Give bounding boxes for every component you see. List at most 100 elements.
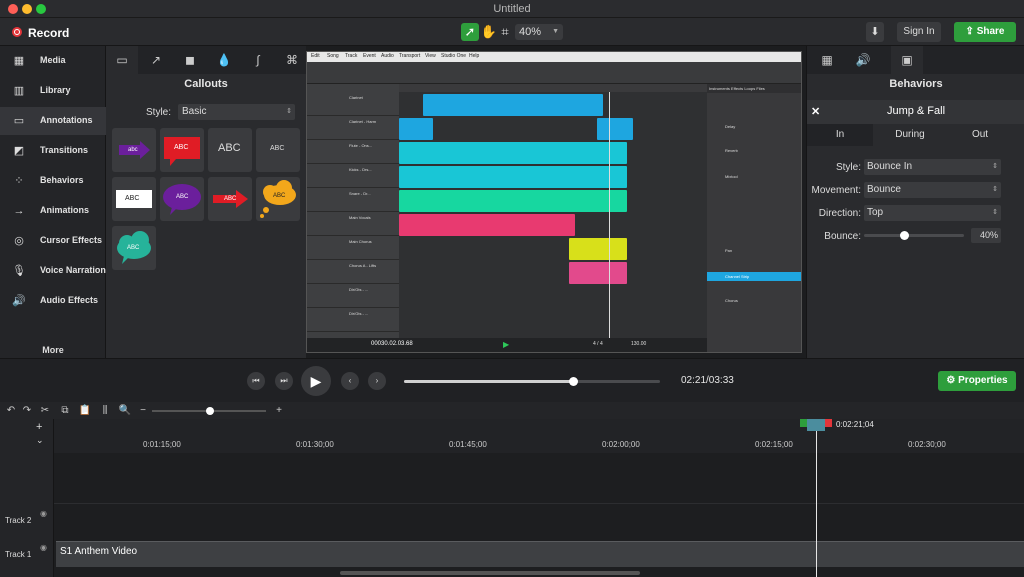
zoom-out-icon[interactable]: −: [136, 404, 150, 417]
keystroke-tab-icon[interactable]: ⌘: [276, 46, 308, 74]
timeline-clip[interactable]: S1 Anthem Video: [56, 541, 1024, 567]
shape-tab-icon[interactable]: ◼: [174, 46, 206, 74]
callout-tile[interactable]: ABC: [112, 177, 156, 221]
callouts-panel: ▭ ↗ ◼ 💧 ∫ ⌘ Callouts Style: Basic ⇕ abc …: [106, 46, 306, 358]
sidebar-item-behaviors[interactable]: ⁘ Behaviors: [0, 167, 106, 195]
pointer-tool-icon[interactable]: ➚: [461, 23, 479, 41]
track-2-row[interactable]: [54, 503, 1024, 539]
out-point-marker[interactable]: [825, 419, 832, 427]
add-track-icon[interactable]: +: [36, 421, 42, 433]
daw-track-row: Main Chorus: [307, 236, 399, 260]
tab-out[interactable]: Out: [947, 124, 1013, 146]
bounce-value-field[interactable]: 40%: [971, 228, 1001, 243]
style-select[interactable]: Bounce In ⇕: [864, 159, 1001, 175]
blur-tab-icon[interactable]: 💧: [208, 46, 240, 74]
sidebar-item-audio-effects[interactable]: 🔊 Audio Effects: [0, 287, 106, 315]
callout-tile[interactable]: ABC: [208, 128, 252, 172]
daw-browser-item: Reverb: [725, 148, 738, 153]
audio-properties-icon[interactable]: 🔊: [847, 46, 879, 74]
undo-icon[interactable]: ↶: [4, 404, 18, 417]
daw-track-row: Clarinet - Harm: [307, 116, 399, 140]
daw-transport: 00030.02.03.68 ▶ 4 / 4 130.00: [307, 338, 707, 352]
more-button[interactable]: More: [0, 345, 106, 355]
tick-label: 0:01:30;00: [296, 440, 334, 449]
in-point-marker[interactable]: [800, 419, 807, 427]
callout-tile-text: ABC: [270, 145, 285, 152]
preview-canvas[interactable]: Edit Song Track Event Audio Transport Vi…: [306, 51, 802, 353]
callout-tile[interactable]: ABC: [160, 177, 204, 221]
timeline-ruler[interactable]: 0:01:15;00 0:01:30;00 0:01:45;00 0:02:00…: [54, 419, 1024, 453]
scrub-bar[interactable]: [404, 377, 660, 386]
bounce-slider[interactable]: [864, 231, 964, 240]
sidebar-item-voice-narration[interactable]: 🎙 Voice Narration: [0, 257, 106, 285]
play-icon: ▶: [310, 373, 322, 389]
callout-tile[interactable]: ABC: [112, 226, 156, 270]
sidebar-item-annotations[interactable]: ▭ Annotations: [0, 107, 106, 135]
sidebar-item-library[interactable]: ▥ Library: [0, 77, 106, 105]
tab-during[interactable]: During: [877, 124, 943, 146]
callout-tile[interactable]: ABC: [160, 128, 204, 172]
arrow-tab-icon[interactable]: ↗: [140, 46, 172, 74]
crop-tool-icon[interactable]: ⌗: [496, 23, 514, 41]
properties-panel: ▦ 🔊 ▣ Behaviors ✕ Jump & Fall In During …: [806, 46, 1024, 358]
play-button[interactable]: ▶: [301, 366, 331, 396]
daw-time-display: 00030.02.03.68: [371, 341, 413, 347]
split-icon[interactable]: ⫼: [98, 404, 112, 417]
step-forward-button[interactable]: ⏭: [275, 372, 293, 390]
callout-tile-text: ABC: [174, 144, 189, 151]
callout-tile[interactable]: ABC: [208, 177, 252, 221]
scrub-handle[interactable]: [568, 377, 578, 386]
copy-icon[interactable]: ⧉: [58, 404, 72, 417]
share-button[interactable]: ⇪ Share: [954, 22, 1016, 42]
scrub-progress: [404, 380, 573, 383]
sketch-tab-icon[interactable]: ∫: [242, 46, 274, 74]
callout-tile[interactable]: ABC: [256, 177, 300, 221]
chevron-down-icon[interactable]: ⌄: [36, 435, 44, 446]
style-select[interactable]: Basic ⇕: [178, 104, 295, 120]
daw-track-name: Kicks - Drs...: [349, 167, 372, 172]
style-value: Bounce In: [867, 161, 913, 172]
next-button[interactable]: ›: [368, 372, 386, 390]
properties-button[interactable]: ⚙ Properties: [938, 371, 1016, 391]
panel-title: Callouts: [184, 78, 228, 90]
step-back-button[interactable]: ⏮: [247, 372, 265, 390]
sidebar-item-media[interactable]: ▦ Media: [0, 47, 106, 75]
playhead-handle[interactable]: [807, 419, 825, 431]
sidebar-item-cursor-effects[interactable]: ◎ Cursor Effects: [0, 227, 106, 255]
cut-icon[interactable]: ✂: [38, 404, 52, 417]
daw-track-name: Dir/Gts - ...: [349, 287, 369, 292]
media-icon: ▦: [13, 55, 25, 67]
eye-icon[interactable]: ◉: [40, 543, 47, 552]
callout-tile[interactable]: ABC: [256, 128, 300, 172]
sidebar-item-transitions[interactable]: ◩ Transitions: [0, 137, 106, 165]
callout-tile[interactable]: abc: [112, 128, 156, 172]
zoom-in-icon[interactable]: +: [272, 404, 286, 417]
zoom-icon[interactable]: 🔍: [118, 404, 132, 417]
timeline-zoom-slider[interactable]: [152, 407, 266, 415]
chevron-left-icon: ‹: [348, 376, 352, 385]
eye-icon[interactable]: ◉: [40, 509, 47, 518]
movement-select[interactable]: Bounce ⇕: [864, 182, 1001, 198]
sidebar-item-animations[interactable]: → Animations: [0, 197, 106, 225]
paste-icon[interactable]: 📋: [78, 404, 92, 417]
sign-in-button[interactable]: Sign In: [897, 22, 941, 42]
download-button[interactable]: ⬇: [866, 22, 884, 42]
redo-icon[interactable]: ↷: [20, 404, 34, 417]
zoom-select[interactable]: 40% ▼: [515, 24, 563, 40]
timeline-zoom-handle[interactable]: [206, 407, 214, 415]
daw-track-name: Main Chorus: [349, 239, 372, 244]
daw-track-row: Dir/Gts - ...: [307, 308, 399, 332]
library-icon: ▥: [13, 85, 25, 97]
daw-menu-item: Audio: [381, 53, 394, 59]
timeline-scrollbar[interactable]: [340, 571, 640, 575]
tab-in[interactable]: In: [807, 124, 873, 146]
callout-tab-icon[interactable]: ▭: [106, 46, 138, 74]
behaviors-properties-icon[interactable]: ▣: [891, 46, 923, 74]
direction-select[interactable]: Top ⇕: [864, 205, 1001, 221]
daw-clip: [569, 238, 627, 260]
playhead[interactable]: [816, 419, 817, 577]
chevron-down-icon: ▼: [552, 28, 559, 35]
bounce-slider-handle[interactable]: [900, 231, 909, 240]
visual-properties-icon[interactable]: ▦: [811, 46, 843, 74]
previous-button[interactable]: ‹: [341, 372, 359, 390]
